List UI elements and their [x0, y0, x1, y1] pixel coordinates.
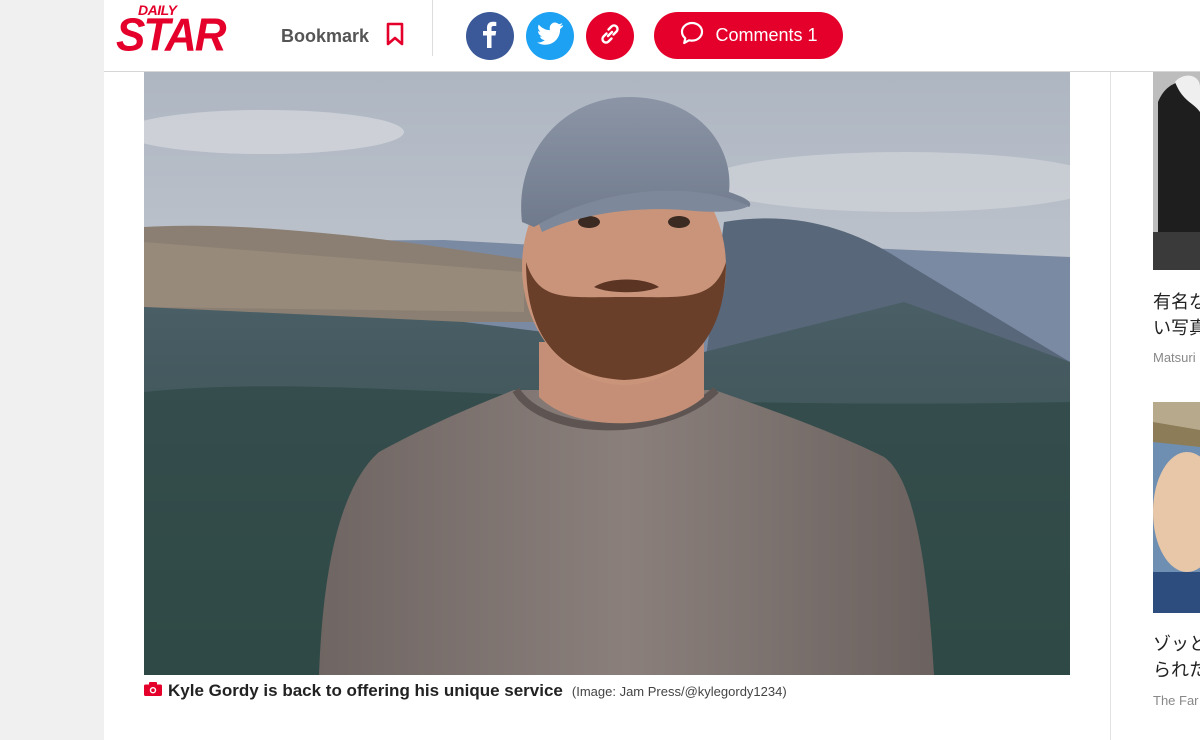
bookmark-label: Bookmark — [281, 25, 370, 46]
camera-icon — [144, 681, 162, 701]
rail-title-1a[interactable]: 有名な — [1153, 290, 1200, 316]
facebook-share-button[interactable] — [466, 12, 514, 60]
image-caption: Kyle Gordy is back to offering his uniqu… — [144, 680, 787, 702]
daily-star-logo[interactable]: DAILY STAR — [116, 2, 227, 62]
rail-thumbnail-2[interactable] — [1153, 402, 1200, 613]
comments-label: Comments — [715, 25, 803, 45]
rail-source-2: The Far — [1153, 693, 1199, 708]
rail-title-1b[interactable]: い写真 — [1153, 316, 1200, 342]
caption-credit: (Image: Jam Press/@kylegordy1234) — [571, 683, 787, 699]
rail-title-2b[interactable]: られた — [1153, 658, 1200, 684]
article-hero-image — [144, 72, 1070, 675]
twitter-icon — [536, 22, 564, 51]
comment-icon — [679, 20, 705, 51]
caption-text: Kyle Gordy is back to offering his uniqu… — [168, 681, 563, 700]
top-bar — [104, 0, 1200, 72]
link-icon — [597, 21, 623, 52]
copy-link-button[interactable] — [586, 12, 634, 60]
bookmark-icon — [385, 22, 405, 51]
rail-title-2a[interactable]: ゾッと — [1153, 632, 1200, 658]
facebook-icon — [478, 20, 502, 53]
comments-count: 1 — [807, 25, 818, 45]
twitter-share-button[interactable] — [526, 12, 574, 60]
bookmark-button[interactable]: Bookmark — [281, 22, 405, 50]
column-divider — [1110, 72, 1111, 740]
comments-button[interactable]: Comments 1 — [654, 12, 843, 59]
rail-thumbnail-1[interactable] — [1153, 72, 1200, 270]
logo-star-text: STAR — [116, 9, 227, 62]
rail-source-1: Matsuri — [1153, 350, 1196, 365]
header-divider — [432, 0, 433, 56]
